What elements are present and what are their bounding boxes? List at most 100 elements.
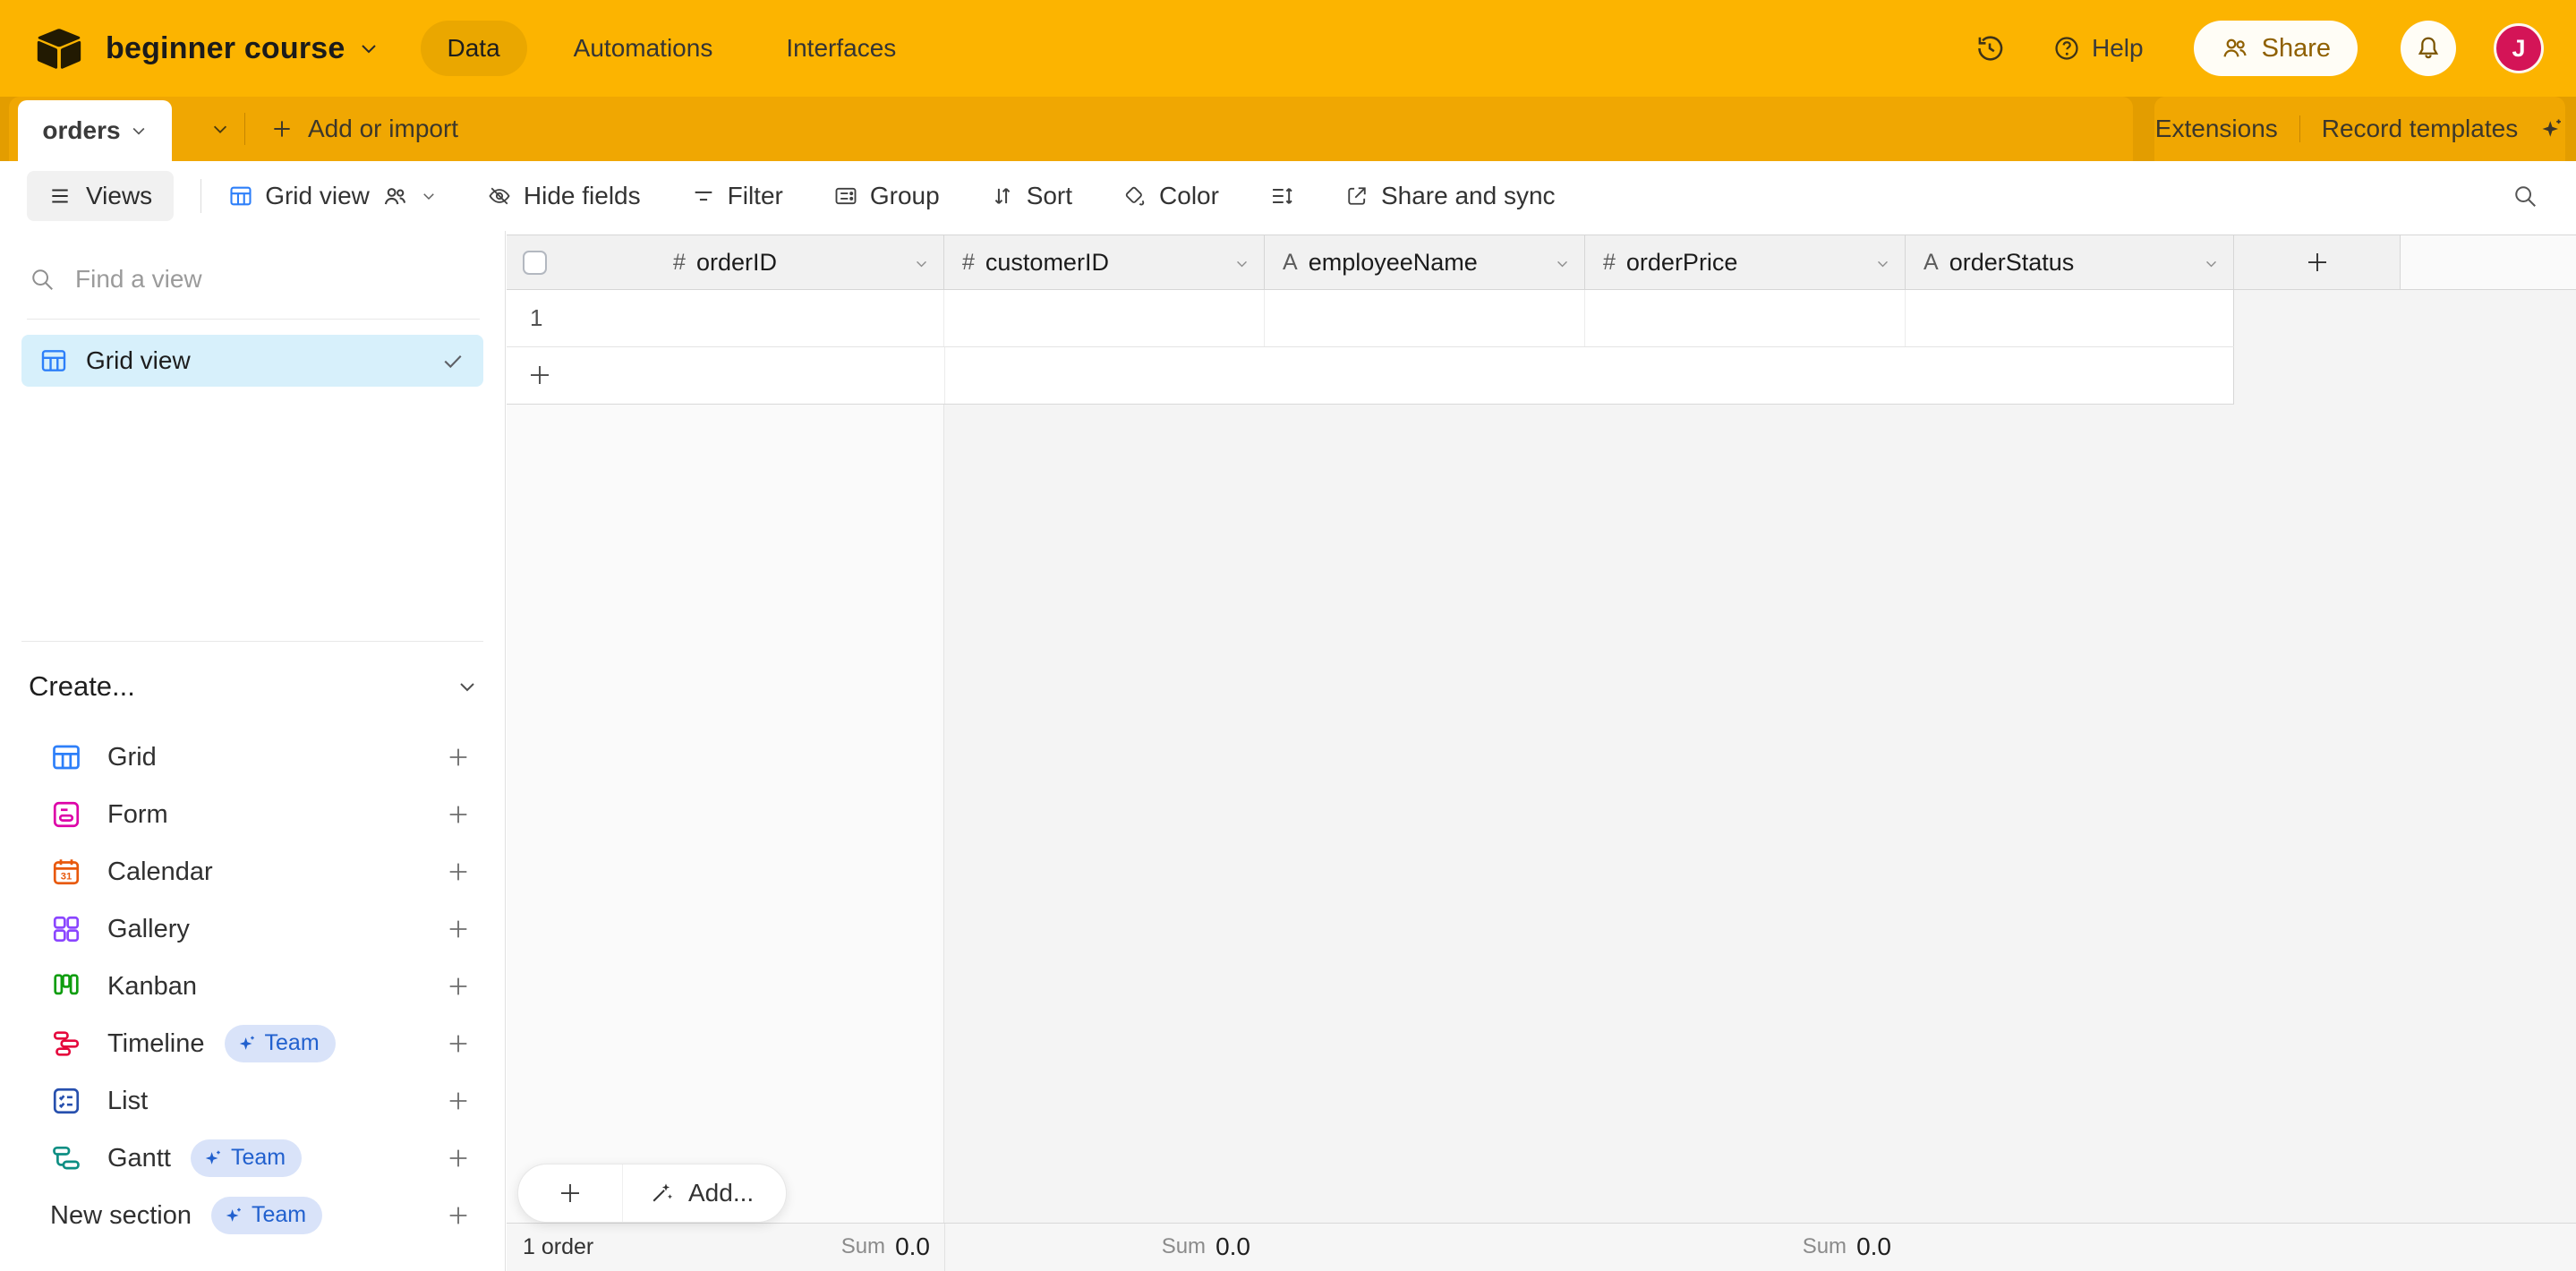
add-view-icon[interactable]	[446, 1203, 471, 1228]
grid-view-icon	[50, 741, 82, 773]
tab-data[interactable]: Data	[421, 21, 527, 76]
add-record-button[interactable]	[518, 1164, 622, 1222]
column-header-orderprice[interactable]: # orderPrice	[1585, 235, 1906, 290]
text-field-icon: A	[1283, 250, 1298, 276]
row-cell-customerid[interactable]	[944, 290, 1265, 346]
table-tab-orders[interactable]: orders	[18, 100, 172, 161]
hide-fields-button[interactable]: Hide fields	[487, 182, 641, 210]
sum-label: Sum	[1803, 1234, 1847, 1259]
table-list-dropdown[interactable]	[193, 97, 247, 161]
views-button[interactable]: Views	[27, 171, 174, 221]
ai-add-button[interactable]: Add...	[623, 1164, 786, 1222]
table-tools: Extensions Record templates	[2154, 97, 2565, 161]
row-cell-orderstatus[interactable]	[1906, 290, 2234, 346]
summary-sum-orderprice[interactable]: Sum 0.0	[1803, 1224, 1891, 1270]
sidebar-item-gantt[interactable]: Gantt Team	[0, 1130, 505, 1187]
sort-label: Sort	[1027, 182, 1072, 210]
row-height-button[interactable]	[1269, 183, 1294, 209]
group-button[interactable]: Group	[833, 182, 940, 210]
add-view-icon[interactable]	[446, 802, 471, 827]
column-divider	[944, 1224, 945, 1271]
add-record-row[interactable]	[507, 347, 2234, 405]
table-menu-chevron-icon[interactable]	[130, 122, 148, 140]
tab-automations[interactable]: Automations	[547, 21, 740, 76]
avatar[interactable]: J	[2494, 23, 2544, 73]
chevron-down-icon[interactable]	[1234, 256, 1250, 271]
team-badge-label: Team	[231, 1145, 286, 1171]
chevron-down-icon[interactable]	[914, 256, 929, 271]
column-header-orderid[interactable]: # orderID	[507, 235, 944, 290]
plus-icon	[2304, 249, 2331, 276]
find-view-placeholder: Find a view	[75, 265, 202, 294]
calendar-view-icon: 31	[50, 856, 82, 888]
add-view-icon[interactable]	[446, 1146, 471, 1171]
add-or-import-button[interactable]: Add or import	[270, 97, 458, 161]
extensions-button[interactable]: Extensions	[2155, 115, 2278, 143]
record-templates-button[interactable]: Record templates	[2322, 115, 2518, 143]
add-view-icon[interactable]	[446, 974, 471, 999]
chevron-down-icon[interactable]	[2204, 256, 2219, 271]
share-and-sync-label: Share and sync	[1381, 182, 1556, 210]
tables-strip: orders Add or import	[9, 97, 2133, 161]
history-icon[interactable]	[1974, 32, 2006, 64]
help-button[interactable]: Help	[2052, 34, 2144, 63]
sidebar-item-gallery[interactable]: Gallery	[0, 900, 505, 958]
sort-button[interactable]: Sort	[990, 182, 1072, 210]
create-section-header[interactable]: Create...	[29, 659, 478, 714]
share-button[interactable]: Share	[2194, 21, 2358, 76]
add-view-icon[interactable]	[446, 859, 471, 884]
table-tab-label: orders	[42, 116, 120, 145]
notifications-button[interactable]	[2401, 21, 2456, 76]
column-header-customerid[interactable]: # customerID	[944, 235, 1265, 290]
grid-view-icon	[39, 346, 68, 375]
table-row[interactable]: 1	[507, 290, 2234, 347]
sidebar-item-kanban[interactable]: Kanban	[0, 958, 505, 1015]
grid-right-edge	[2233, 347, 2234, 404]
form-view-icon	[50, 798, 82, 831]
summary-sum-orderid[interactable]: Sum 0.0	[841, 1224, 930, 1270]
sidebar-item-timeline[interactable]: Timeline Team	[0, 1015, 505, 1072]
row-cell-employeename[interactable]	[1265, 290, 1585, 346]
sidebar-item-list[interactable]: List	[0, 1072, 505, 1130]
sidebar-item-calendar[interactable]: 31 Calendar	[0, 843, 505, 900]
plus-icon	[270, 117, 294, 141]
sidebar-item-new-section[interactable]: New section Team	[0, 1187, 505, 1244]
chevron-down-icon[interactable]	[1555, 256, 1570, 271]
column-name: customerID	[985, 249, 1109, 277]
base-menu-chevron-icon[interactable]	[358, 38, 380, 59]
team-badge-label: Team	[265, 1030, 320, 1056]
gallery-view-icon	[50, 913, 82, 945]
column-header-orderstatus[interactable]: A orderStatus	[1906, 235, 2234, 290]
find-view-input[interactable]: Find a view	[29, 265, 202, 294]
column-header-employeename[interactable]: A employeeName	[1265, 235, 1585, 290]
add-view-icon[interactable]	[446, 745, 471, 770]
row-cell-orderid[interactable]: 1	[507, 290, 944, 346]
share-label: Share	[2262, 34, 2331, 64]
share-and-sync-button[interactable]: Share and sync	[1344, 182, 1556, 210]
airtable-logo-icon[interactable]	[36, 28, 82, 69]
row-cell-orderprice[interactable]	[1585, 290, 1906, 346]
add-field-button[interactable]	[2234, 235, 2401, 290]
sidebar-item-grid-view[interactable]: Grid view	[21, 335, 483, 387]
first-column-shade	[507, 405, 944, 1223]
summary-sum-customerid[interactable]: Sum 0.0	[1162, 1224, 1250, 1270]
sidebar-item-form[interactable]: Form	[0, 786, 505, 843]
chevron-down-icon[interactable]	[1875, 256, 1890, 271]
select-all-checkbox[interactable]	[523, 251, 547, 275]
tab-interfaces[interactable]: Interfaces	[759, 21, 923, 76]
grid-view-icon	[228, 183, 253, 209]
text-field-icon: A	[1923, 250, 1939, 276]
base-title[interactable]: beginner course	[106, 31, 345, 66]
sum-value: 0.0	[1856, 1233, 1891, 1261]
add-view-icon[interactable]	[446, 917, 471, 942]
color-button[interactable]: Color	[1122, 182, 1219, 210]
sidebar-item-grid[interactable]: Grid	[0, 729, 505, 786]
create-label: Create...	[29, 670, 135, 703]
add-view-icon[interactable]	[446, 1088, 471, 1113]
add-view-icon[interactable]	[446, 1031, 471, 1056]
search-icon[interactable]	[2512, 183, 2538, 209]
group-label: Group	[870, 182, 940, 210]
view-item-label: Gantt	[107, 1144, 171, 1173]
filter-button[interactable]: Filter	[691, 182, 783, 210]
current-view-button[interactable]: Grid view	[228, 182, 437, 210]
